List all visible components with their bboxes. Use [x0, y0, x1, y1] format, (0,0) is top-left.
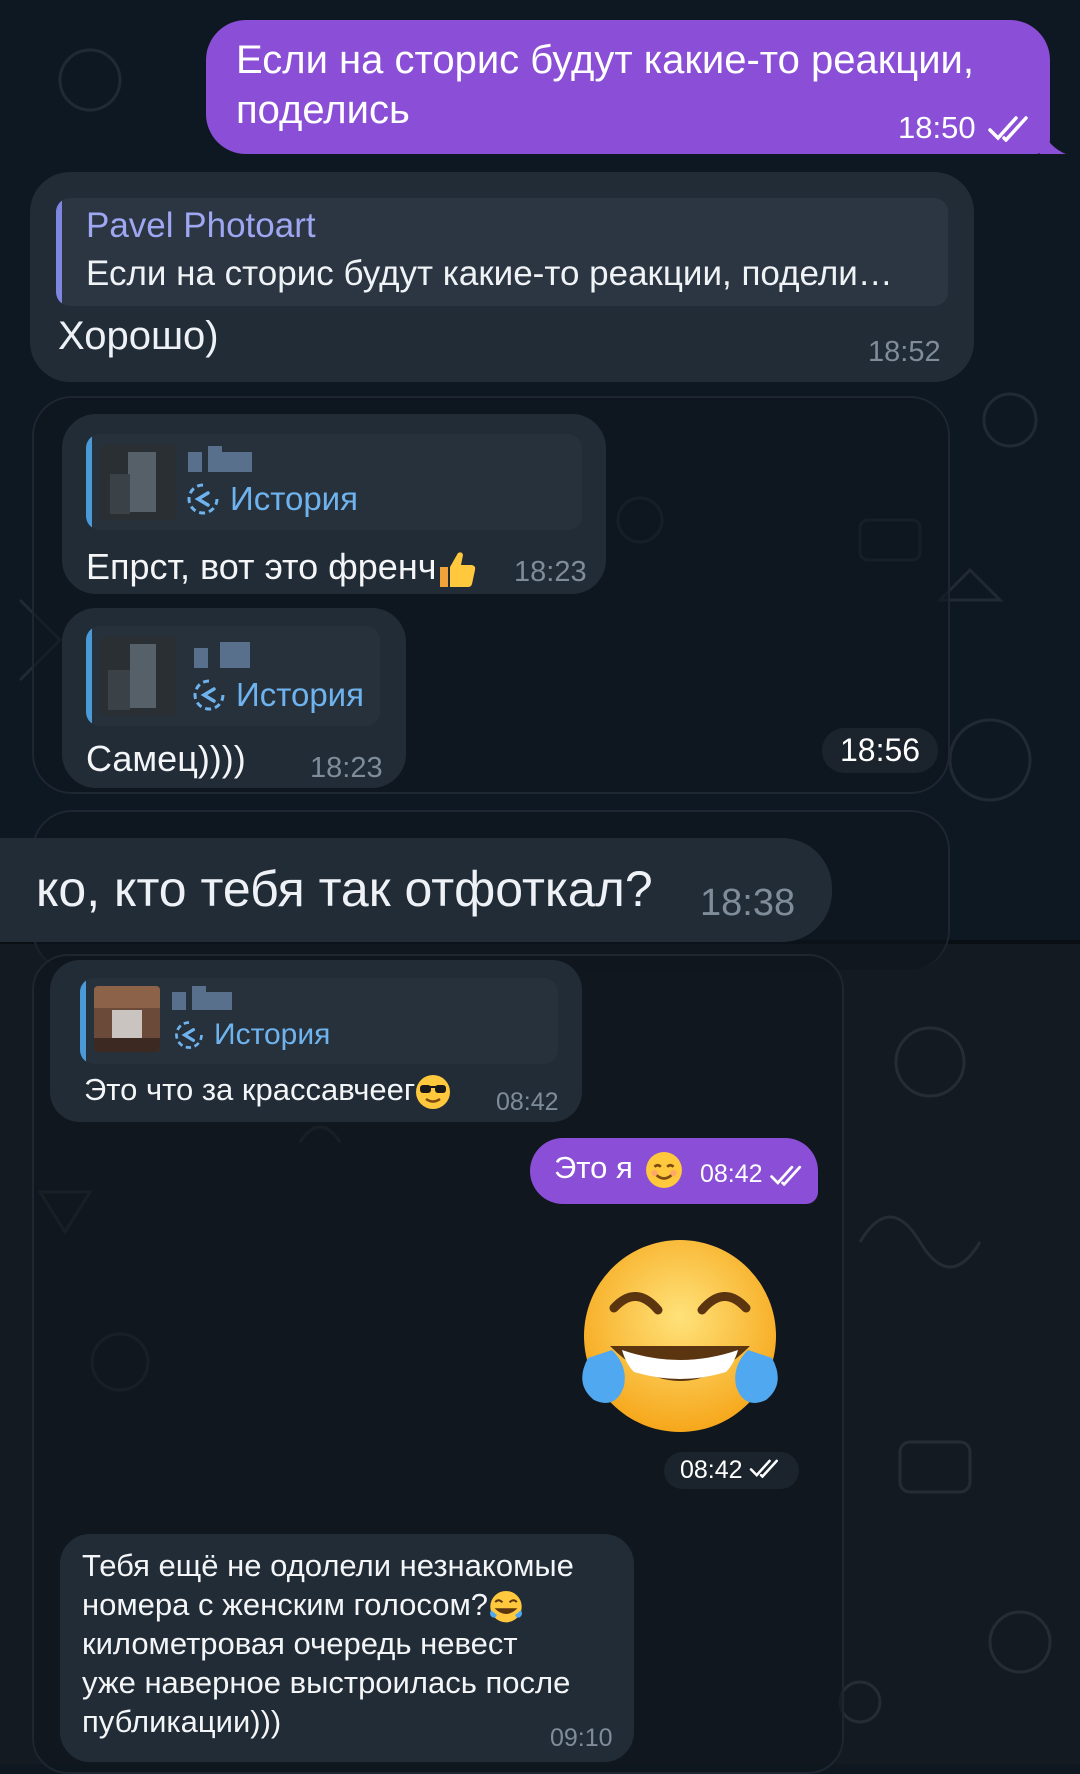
bubble-tail: [1040, 128, 1066, 154]
story-reply-bubble[interactable]: История Самец)))) 18:23: [62, 608, 406, 788]
message-time: 09:10: [550, 1724, 613, 1752]
story-link[interactable]: История: [172, 1018, 330, 1052]
story-reply-icon: [190, 676, 228, 714]
message-text: Епрст, вот это френч: [86, 546, 478, 589]
outgoing-message-bubble[interactable]: Если на сторис будут какие-то реакции, п…: [206, 20, 1050, 154]
double-check-icon: [749, 1456, 783, 1485]
story-link[interactable]: История: [190, 676, 364, 714]
message-text: Это я: [554, 1150, 683, 1189]
message-text-line: поделись: [236, 88, 410, 132]
story-reply-icon: [184, 480, 222, 518]
double-check-icon: [988, 114, 1034, 142]
message-text: Самец)))): [86, 738, 246, 779]
message-text: Это что за красcавчеег: [84, 1072, 451, 1110]
message-text: ко, кто тебя так отфоткал?: [36, 861, 653, 917]
story-replies-block: История Епрст, вот это френч 18:23 Истор…: [32, 396, 950, 794]
incoming-message-bubble[interactable]: Тебя ещё не одолели незнакомые номера с …: [60, 1534, 634, 1762]
laughing-tears-emoji: [488, 1590, 524, 1624]
story-reply-bubble[interactable]: История Это что за красcавчеег 08:42: [50, 960, 582, 1122]
double-check-icon: [770, 1164, 806, 1186]
message-time: 18:38: [700, 882, 796, 924]
message-text-line: уже наверное выстроилась после: [82, 1665, 571, 1700]
quote-bar: [56, 198, 62, 306]
message-text-line: номера с женским голосом?: [82, 1587, 524, 1624]
message-text: Хорошо): [58, 314, 219, 358]
story-preview[interactable]: История: [86, 626, 380, 726]
outgoing-message-bubble[interactable]: Это я 08:42: [530, 1138, 818, 1204]
message-text-line: публикации))): [82, 1704, 282, 1739]
story-thumbnail: [94, 986, 160, 1052]
smile-emoji: [645, 1151, 683, 1189]
story-reply-bubble[interactable]: История Епрст, вот это френч 18:23: [62, 414, 606, 594]
quoted-message[interactable]: Pavel Photoart Если на сторис будут каки…: [56, 198, 948, 306]
partial-message-bubble[interactable]: ко, кто тебя так отфоткал? 18:38: [0, 838, 832, 942]
story-thumbnail: [100, 636, 176, 716]
story-reply-icon: [172, 1018, 206, 1052]
story-preview[interactable]: История: [86, 434, 582, 530]
sunglasses-emoji: [415, 1074, 451, 1110]
message-time: 18:23: [310, 752, 383, 784]
message-time: 18:52: [868, 336, 941, 368]
message-text-line: Тебя ещё не одолели незнакомые: [82, 1548, 574, 1583]
block-time-badge: 18:56: [822, 728, 939, 773]
sticker-time-badge: 08:42: [664, 1452, 799, 1489]
message-time: 18:50: [898, 110, 976, 145]
story-preview[interactable]: История: [80, 978, 558, 1064]
message-text-line: Если на сторис будут какие-то реакции,: [236, 38, 974, 82]
story-thumbnail: [100, 444, 176, 520]
message-time: 08:42: [700, 1160, 763, 1188]
message-time: 18:23: [514, 556, 587, 588]
laughing-tears-emoji[interactable]: [570, 1238, 790, 1443]
thumbs-up-emoji: [436, 549, 478, 589]
story-link[interactable]: История: [184, 480, 358, 518]
message-time: 08:42: [496, 1088, 559, 1116]
message-text-line: километровая очередь невест: [82, 1626, 518, 1661]
reply-message-bubble[interactable]: Pavel Photoart Если на сторис будут каки…: [30, 172, 974, 382]
quoted-text: Если на сторис будут какие-то реакции, п…: [86, 254, 893, 293]
quoted-author: Pavel Photoart: [86, 206, 316, 245]
